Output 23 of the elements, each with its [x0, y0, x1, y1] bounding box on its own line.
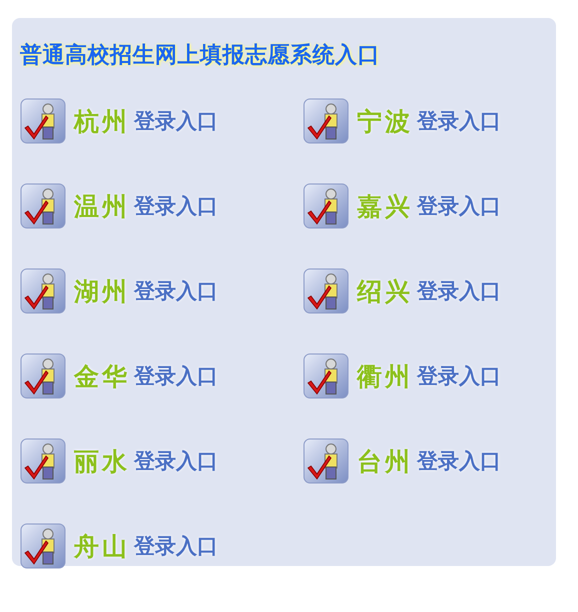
- login-link[interactable]: 宁波 登录入口: [303, 98, 553, 144]
- login-link[interactable]: 金华 登录入口: [20, 353, 303, 399]
- user-checkmark-icon: [20, 438, 66, 484]
- user-checkmark-icon: [303, 438, 349, 484]
- user-checkmark-icon: [303, 268, 349, 314]
- user-checkmark-icon: [20, 523, 66, 569]
- login-link[interactable]: 温州 登录入口: [20, 183, 303, 229]
- login-link[interactable]: 舟山 登录入口: [20, 523, 303, 569]
- user-checkmark-icon: [20, 98, 66, 144]
- login-link[interactable]: 丽水 登录入口: [20, 438, 303, 484]
- login-link[interactable]: 台州 登录入口: [303, 438, 553, 484]
- login-link[interactable]: 绍兴 登录入口: [303, 268, 553, 314]
- page-title: 普通高校招生网上填报志愿系统入口: [20, 42, 381, 70]
- user-checkmark-icon: [20, 353, 66, 399]
- user-checkmark-icon: [303, 183, 349, 229]
- user-checkmark-icon: [20, 268, 66, 314]
- user-checkmark-icon: [303, 353, 349, 399]
- login-link[interactable]: 嘉兴 登录入口: [303, 183, 553, 229]
- login-link[interactable]: 湖州 登录入口: [20, 268, 303, 314]
- user-checkmark-icon: [303, 98, 349, 144]
- login-link[interactable]: 杭州 登录入口: [20, 98, 303, 144]
- user-checkmark-icon: [20, 183, 66, 229]
- login-link[interactable]: 衢州 登录入口: [303, 353, 553, 399]
